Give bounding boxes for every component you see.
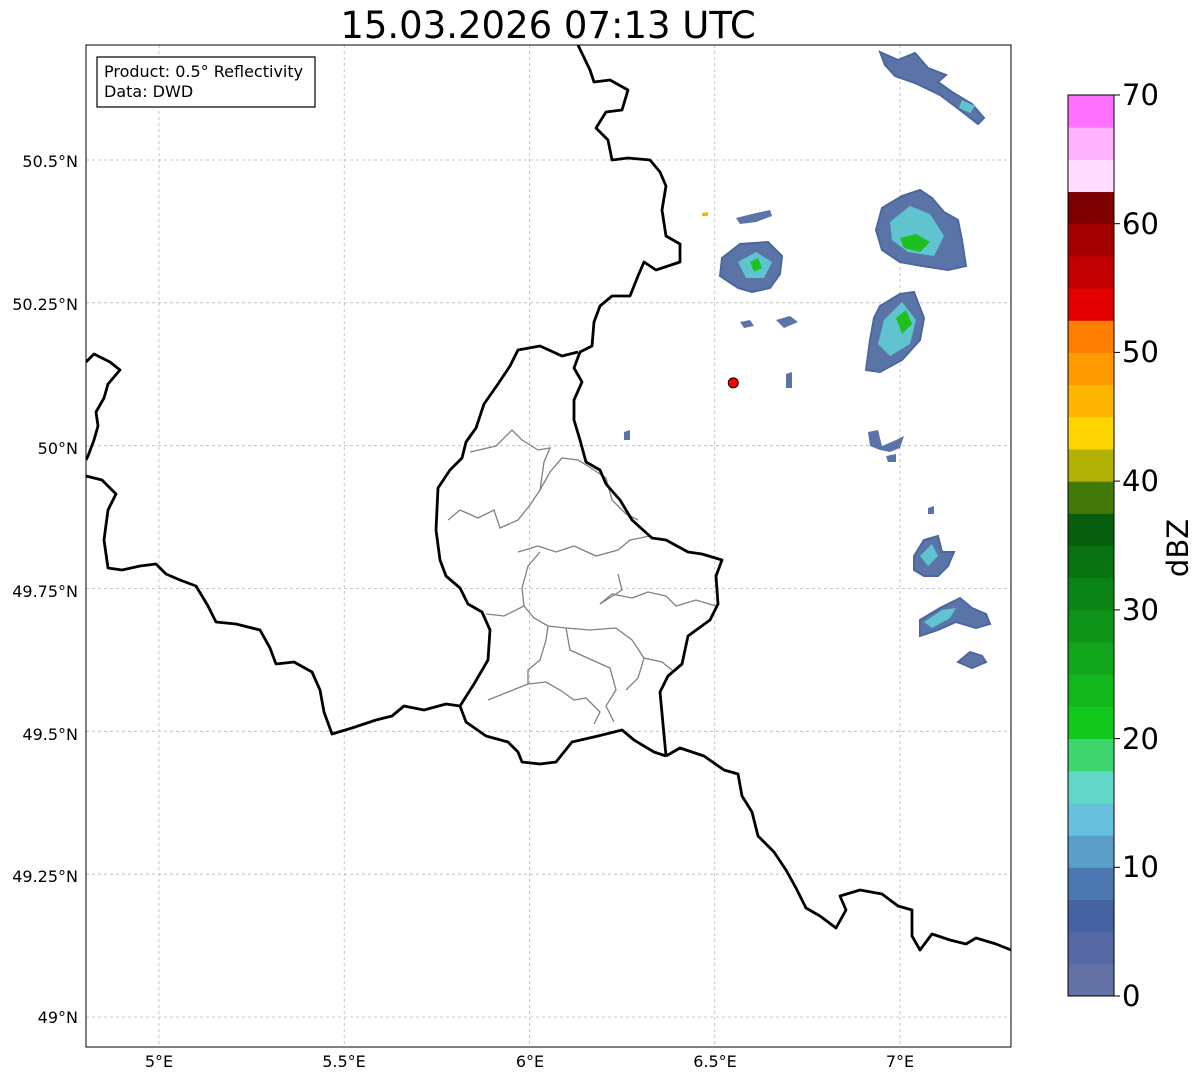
lat-tick-label: 49.75°N (12, 582, 78, 601)
lon-tick-label: 5.5°E (322, 1052, 366, 1071)
colorbar-tick-label: 20 (1122, 722, 1159, 756)
colorbar-swatches (1068, 95, 1114, 997)
colorbar-swatch (1068, 867, 1114, 900)
colorbar-swatch (1068, 159, 1114, 193)
colorbar-tick-label: 10 (1122, 850, 1159, 884)
colorbar-swatch (1068, 931, 1114, 965)
longitude-tick-labels: 5°E 5.5°E 6°E 6.5°E 7°E (145, 1052, 914, 1071)
colorbar-swatch (1068, 320, 1114, 353)
colorbar-swatch (1068, 384, 1114, 418)
colorbar-swatch (1068, 674, 1114, 707)
lon-tick-label: 6°E (516, 1052, 544, 1071)
colorbar-label: dBZ (1161, 519, 1195, 577)
latitude-tick-labels: 50.5°N 50.25°N 50°N 49.75°N 49.5°N 49.25… (12, 152, 78, 1027)
lon-tick-label: 7°E (886, 1052, 914, 1071)
map-background (86, 45, 1011, 1047)
colorbar-tick-label: 70 (1122, 78, 1159, 112)
colorbar-swatch (1068, 642, 1114, 675)
info-data-source: Data: DWD (104, 82, 193, 101)
colorbar-swatch (1068, 545, 1114, 579)
info-box: Product: 0.5° Reflectivity Data: DWD (96, 56, 316, 108)
colorbar-tick-label: 40 (1122, 464, 1159, 498)
colorbar-swatch (1068, 706, 1114, 740)
radar-map-figure: 15.03.2026 07:13 UTC Product: 0.5° Refle… (12, 4, 1195, 1071)
colorbar-swatch (1068, 352, 1114, 386)
colorbar-swatch (1068, 191, 1114, 225)
echo-small-d (786, 372, 792, 388)
colorbar-swatch (1068, 448, 1114, 482)
colorbar-swatch (1068, 481, 1114, 514)
map-title: 15.03.2026 07:13 UTC (340, 4, 755, 47)
colorbar-swatch (1068, 513, 1114, 546)
colorbar-swatch (1068, 609, 1114, 643)
colorbar-swatch (1068, 577, 1114, 611)
colorbar-ticks: 0 10 20 30 40 50 60 70 (1114, 78, 1159, 1013)
lat-tick-label: 49.25°N (12, 867, 78, 886)
colorbar-swatch (1068, 963, 1114, 997)
colorbar-swatch (1068, 738, 1114, 772)
colorbar-swatch (1068, 802, 1114, 836)
colorbar-swatch (1068, 223, 1114, 257)
colorbar-swatch (1068, 835, 1114, 868)
map-panel: Product: 0.5° Reflectivity Data: DWD (85, 44, 1012, 1048)
lat-tick-label: 49.5°N (22, 725, 78, 744)
colorbar-swatch (1068, 416, 1114, 450)
lon-tick-label: 5°E (145, 1052, 173, 1071)
lat-tick-label: 50.5°N (22, 152, 78, 171)
colorbar-swatch (1068, 95, 1114, 128)
lat-tick-label: 49°N (38, 1008, 78, 1027)
info-product: Product: 0.5° Reflectivity (104, 62, 303, 81)
colorbar-swatch (1068, 288, 1114, 321)
colorbar-swatch (1068, 770, 1114, 804)
colorbar-tick-label: 30 (1122, 593, 1159, 627)
colorbar-tick-label: 0 (1122, 979, 1140, 1013)
lat-tick-label: 50°N (38, 439, 78, 458)
lat-tick-label: 50.25°N (12, 295, 78, 314)
lon-tick-label: 6.5°E (693, 1052, 737, 1071)
radar-site-marker (727, 377, 739, 389)
colorbar-tick-label: 60 (1122, 207, 1159, 241)
colorbar-tick-label: 50 (1122, 335, 1159, 369)
colorbar: 0 10 20 30 40 50 60 70 dBZ (1067, 78, 1195, 1013)
colorbar-swatch (1068, 127, 1114, 160)
colorbar-swatch (1068, 255, 1114, 289)
colorbar-swatch (1068, 899, 1114, 933)
